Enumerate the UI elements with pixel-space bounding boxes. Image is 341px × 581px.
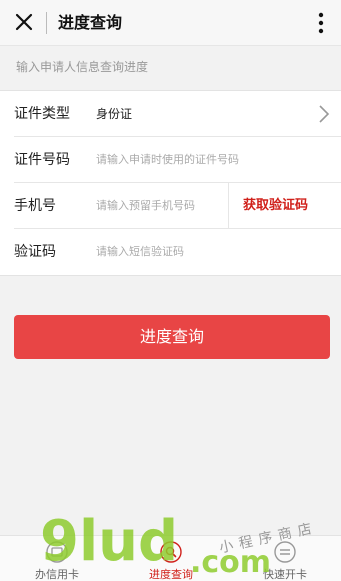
- id-number-row: 证件号码 请输入申请时使用的证件号码: [14, 137, 341, 183]
- sms-code-label: 验证码: [14, 244, 56, 260]
- phone-input[interactable]: 请输入预留手机号码: [96, 183, 195, 229]
- sms-code-input[interactable]: 请输入短信验证码: [96, 229, 184, 275]
- get-code-button[interactable]: 获取验证码: [243, 183, 308, 229]
- page-title: 进度查询: [58, 13, 123, 32]
- query-form: 证件类型 身份证 证件号码 请输入申请时使用的证件号码 手机号 请输入预留手机号…: [0, 90, 341, 276]
- svg-text:9lud: 9lud: [40, 509, 178, 574]
- instruction-text: 输入申请人信息查询进度: [16, 60, 149, 74]
- phone-row: 手机号 请输入预留手机号码 获取验证码: [14, 183, 341, 229]
- phone-label: 手机号: [14, 198, 56, 214]
- id-number-label: 证件号码: [14, 152, 70, 168]
- id-type-value: 身份证: [96, 107, 133, 121]
- query-progress-button[interactable]: 进度查询: [14, 315, 330, 359]
- chevron-right-icon: [319, 105, 330, 123]
- code-divider: [228, 183, 229, 229]
- id-number-input[interactable]: 请输入申请时使用的证件号码: [96, 137, 239, 183]
- close-icon[interactable]: [12, 10, 36, 34]
- title-divider: [46, 12, 47, 34]
- sms-code-row: 验证码 请输入短信验证码: [14, 229, 341, 275]
- top-bar: 进度查询: [0, 0, 341, 46]
- watermark: 9lud .com 小程序商店: [40, 509, 319, 578]
- id-type-label: 证件类型: [14, 106, 70, 122]
- id-type-row[interactable]: 证件类型 身份证: [14, 91, 341, 137]
- more-icon[interactable]: [313, 10, 329, 36]
